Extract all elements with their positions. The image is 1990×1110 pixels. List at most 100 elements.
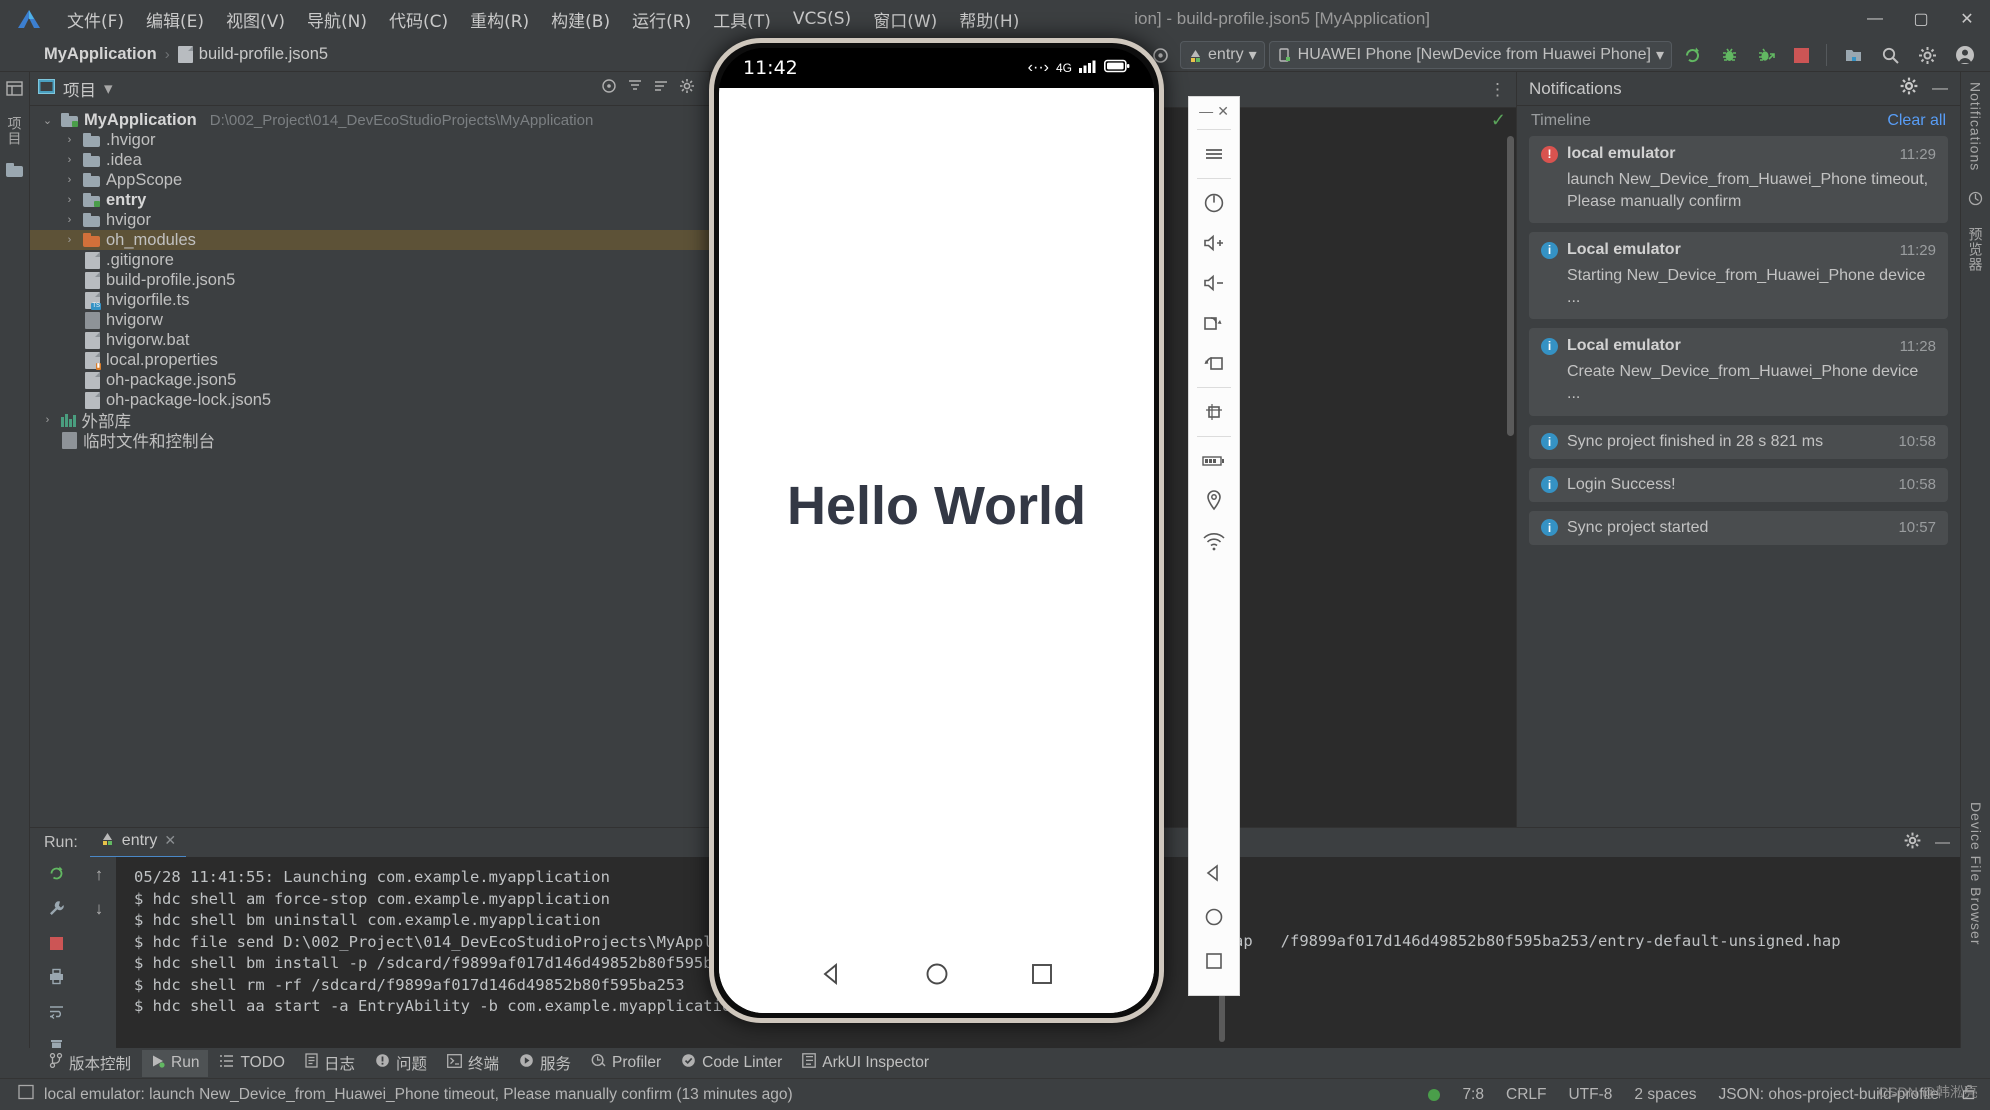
close-icon[interactable]: ✕	[164, 832, 176, 849]
wifi-icon[interactable]	[1189, 521, 1239, 561]
stop-button[interactable]	[1787, 41, 1816, 69]
chevron-down-icon[interactable]: ⌄	[40, 114, 55, 127]
scroll-down-icon[interactable]: ↓	[95, 899, 104, 919]
settings-wrench-icon[interactable]	[48, 900, 65, 922]
menu-help[interactable]: 帮助(H)	[948, 3, 1030, 36]
tool-arkui-inspector[interactable]: ArkUI Inspector	[793, 1049, 938, 1077]
run-panel-settings-icon[interactable]	[1904, 832, 1921, 854]
notification-item[interactable]: i Login Success! 10:58	[1529, 468, 1948, 502]
clear-all-link[interactable]: Clear all	[1887, 112, 1946, 130]
breadcrumb-project[interactable]: MyApplication	[44, 45, 157, 64]
tree-row-idea[interactable]: › .idea	[30, 150, 709, 170]
emulator-minimize-button[interactable]: —	[1199, 103, 1213, 119]
rotate-left-icon[interactable]	[1189, 343, 1239, 383]
panel-settings-icon[interactable]	[679, 78, 695, 99]
collapse-all-icon[interactable]	[653, 78, 669, 99]
emulator-close-button[interactable]: ✕	[1217, 103, 1229, 120]
search-everywhere-button[interactable]	[1874, 41, 1907, 69]
tree-row-build-profile[interactable]: build-profile.json5	[30, 270, 709, 290]
chevron-right-icon[interactable]: ›	[62, 234, 77, 246]
menu-build[interactable]: 构建(B)	[540, 3, 621, 36]
chevron-right-icon[interactable]: ›	[62, 154, 77, 166]
chevron-right-icon[interactable]: ›	[62, 194, 77, 206]
menu-navigate[interactable]: 导航(N)	[296, 3, 378, 36]
menu-refactor[interactable]: 重构(R)	[459, 3, 540, 36]
tree-row-myapplication[interactable]: ⌄ MyApplication D:\002_Project\014_DevEc…	[30, 110, 709, 130]
run-configuration-selector[interactable]: entry ▾	[1180, 41, 1265, 69]
emulator-screen[interactable]: Hello World	[719, 88, 1154, 1013]
notification-item[interactable]: i Local emulator 11:29 Starting New_Devi…	[1529, 232, 1948, 319]
print-icon[interactable]	[48, 968, 65, 990]
volume-down-icon[interactable]	[1189, 263, 1239, 303]
menu-code[interactable]: 代码(C)	[378, 3, 459, 36]
notification-item[interactable]: i Sync project started 10:57	[1529, 511, 1948, 545]
expand-all-icon[interactable]	[627, 78, 643, 99]
caret-position[interactable]: 7:8	[1462, 1086, 1484, 1104]
nav-home-icon[interactable]	[924, 961, 950, 992]
tool-version-control[interactable]: 版本控制	[40, 1048, 140, 1078]
tree-row-scratches[interactable]: 临时文件和控制台	[30, 430, 709, 450]
screenshot-icon[interactable]	[1189, 392, 1239, 432]
folder-tool-icon[interactable]	[6, 162, 23, 182]
menu-run[interactable]: 运行(R)	[621, 3, 702, 36]
nav-back-icon[interactable]	[819, 961, 845, 992]
status-message[interactable]: local emulator: launch New_Device_from_H…	[44, 1086, 793, 1104]
attach-debugger-button[interactable]	[1750, 41, 1783, 69]
tree-row-oh-package-lock[interactable]: oh-package-lock.json5	[30, 390, 709, 410]
tool-problems[interactable]: 问题	[366, 1048, 436, 1078]
emulator-home-icon[interactable]	[1189, 897, 1239, 937]
notification-item[interactable]: i Sync project finished in 28 s 821 ms 1…	[1529, 425, 1948, 459]
tree-row-hvigorw-bat[interactable]: hvigorw.bat	[30, 330, 709, 350]
tree-row-external-libraries[interactable]: › 外部库	[30, 410, 709, 430]
file-encoding[interactable]: UTF-8	[1568, 1086, 1612, 1104]
scroll-from-source-icon[interactable]	[601, 78, 617, 99]
menu-tools[interactable]: 工具(T)	[702, 3, 782, 36]
settings-button[interactable]	[1911, 41, 1944, 69]
menu-file[interactable]: 文件(F)	[56, 3, 135, 36]
right-strip-notifications-label[interactable]: Notifications	[1968, 82, 1984, 171]
notifications-settings-icon[interactable]	[1900, 77, 1918, 100]
notification-item[interactable]: ! local emulator 11:29 launch New_Device…	[1529, 136, 1948, 223]
tree-row-hvigorw[interactable]: hvigorw	[30, 310, 709, 330]
project-structure-button[interactable]	[1837, 41, 1870, 69]
tree-row-oh-package[interactable]: oh-package.json5	[30, 370, 709, 390]
previewer-icon[interactable]	[1968, 191, 1983, 211]
line-separator[interactable]: CRLF	[1506, 1086, 1546, 1104]
tool-services[interactable]: 服务	[510, 1048, 580, 1078]
account-button[interactable]	[1948, 41, 1982, 69]
menu-vcs[interactable]: VCS(S)	[782, 5, 862, 33]
battery-icon[interactable]	[1189, 441, 1239, 481]
menu-icon[interactable]	[1189, 134, 1239, 174]
notifications-collapse-button[interactable]: —	[1932, 80, 1948, 98]
left-strip-project-label[interactable]: 项目	[5, 116, 25, 146]
rerun-icon[interactable]	[48, 865, 65, 887]
scroll-up-icon[interactable]: ↑	[95, 865, 104, 885]
right-strip-device-file-browser-label[interactable]: Device File Browser	[1968, 802, 1984, 945]
tool-code-linter[interactable]: Code Linter	[672, 1049, 791, 1077]
minimize-button[interactable]: —	[1852, 0, 1898, 38]
nav-recents-icon[interactable]	[1029, 961, 1055, 992]
tool-terminal[interactable]: 终端	[438, 1048, 508, 1078]
device-selector[interactable]: HUAWEI Phone [NewDevice from Huawei Phon…	[1269, 41, 1672, 69]
stop-icon[interactable]	[50, 935, 63, 955]
emulator-back-icon[interactable]	[1189, 853, 1239, 893]
rerun-button[interactable]	[1676, 41, 1709, 69]
power-icon[interactable]	[1189, 183, 1239, 223]
tree-row-appscope[interactable]: › AppScope	[30, 170, 709, 190]
tree-row-gitignore[interactable]: .gitignore	[30, 250, 709, 270]
tree-row-local-properties[interactable]: ▮ local.properties	[30, 350, 709, 370]
tree-row-hvigor-dot[interactable]: › .hvigor	[30, 130, 709, 150]
volume-up-icon[interactable]	[1189, 223, 1239, 263]
tool-todo[interactable]: TODO	[210, 1050, 294, 1077]
menu-edit[interactable]: 编辑(E)	[135, 3, 215, 36]
chevron-right-icon[interactable]: ›	[62, 174, 77, 186]
maximize-button[interactable]: ▢	[1898, 0, 1944, 38]
run-tab-entry[interactable]: entry ✕	[90, 828, 186, 858]
indent-setting[interactable]: 2 spaces	[1634, 1086, 1696, 1104]
tree-row-oh-modules[interactable]: › oh_modules	[30, 230, 709, 250]
breadcrumb-file[interactable]: build-profile.json5	[178, 45, 328, 64]
location-icon[interactable]	[1189, 481, 1239, 521]
rotate-right-icon[interactable]	[1189, 303, 1239, 343]
tool-log[interactable]: 日志	[296, 1048, 364, 1078]
chevron-right-icon[interactable]: ›	[62, 214, 77, 226]
